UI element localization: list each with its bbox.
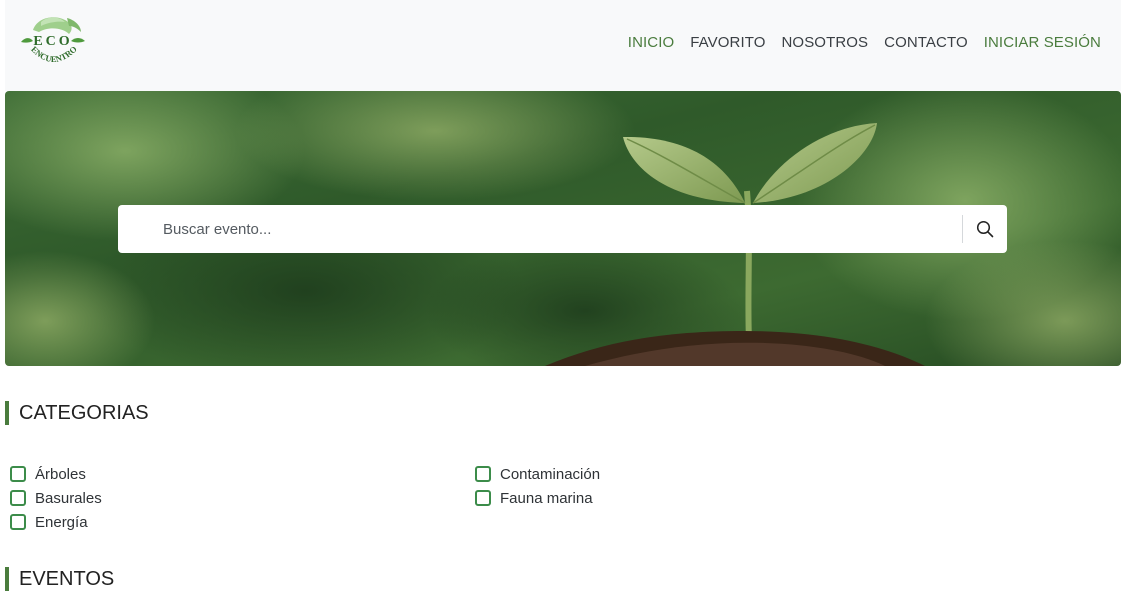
category-item[interactable]: Basurales <box>10 486 102 510</box>
search-bar <box>118 205 1007 253</box>
category-item[interactable]: Energía <box>10 510 102 534</box>
category-label: Fauna marina <box>500 489 593 507</box>
hero-banner <box>5 91 1121 366</box>
category-label: Energía <box>35 513 88 531</box>
search-button[interactable] <box>963 205 1007 253</box>
category-label: Contaminación <box>500 465 601 483</box>
nav-link-iniciar-sesión[interactable]: INICIAR SESIÓN <box>984 34 1101 51</box>
navbar: ECO ENCUENTRO INICIO FAVORITO NOSOTROS CONT… <box>5 0 1121 91</box>
category-label: Árboles <box>35 465 86 483</box>
category-label: Basurales <box>35 489 102 507</box>
nav-link-contacto[interactable]: CONTACTO <box>884 34 968 51</box>
logo-text-eco: ECO <box>33 34 72 49</box>
category-item[interactable]: Árboles <box>10 462 102 486</box>
category-checkbox[interactable] <box>475 466 491 482</box>
nav-link-nosotros[interactable]: NOSOTROS <box>782 34 869 51</box>
categories-title: CATEGORIAS <box>5 401 149 425</box>
category-checkbox[interactable] <box>10 514 26 530</box>
category-checkbox[interactable] <box>10 490 26 506</box>
nav-link-inicio[interactable]: INICIO <box>628 34 674 51</box>
category-item[interactable]: Contaminación <box>475 462 600 486</box>
nav-link-favorito[interactable]: FAVORITO <box>690 34 765 51</box>
eco-encuentro-logo[interactable]: ECO ENCUENTRO <box>19 12 87 72</box>
categories-right-column: Contaminación Fauna marina <box>475 462 600 510</box>
category-item[interactable]: Fauna marina <box>475 486 600 510</box>
nav-menu: INICIO FAVORITO NOSOTROS CONTACTO INICIAR SE… <box>628 34 1101 51</box>
categories-left-column: Árboles Basurales Energía <box>10 462 102 534</box>
category-checkbox[interactable] <box>10 466 26 482</box>
category-checkbox[interactable] <box>475 490 491 506</box>
search-input[interactable] <box>118 205 962 253</box>
events-title: EVENTOS <box>5 567 114 591</box>
search-icon <box>976 220 994 238</box>
